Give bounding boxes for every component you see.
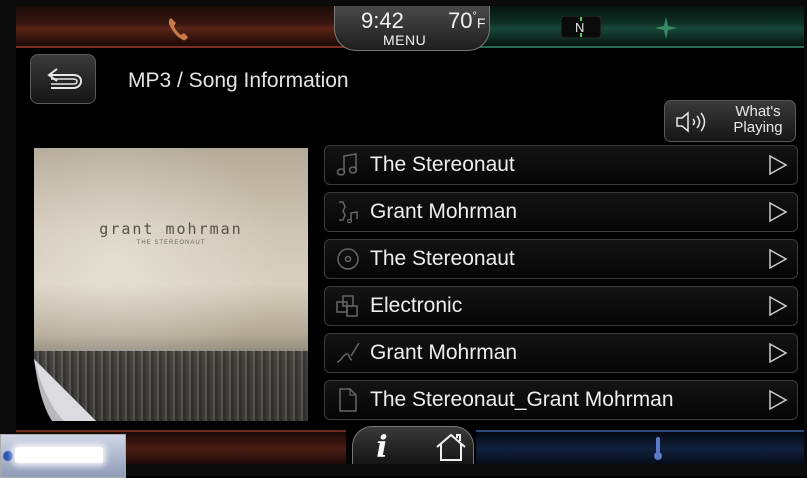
artist-name: Grant Mohrman [370,200,518,223]
menu-button[interactable]: MENU [383,32,426,48]
chevron-right-icon [769,295,788,317]
top-status-bar: 9:42 70°F MENU N [16,6,804,51]
navigation-segment[interactable] [476,6,804,48]
compass-heading: N [575,20,585,35]
chevron-right-icon [769,248,788,270]
album-art-artist-text: grant mohrman [99,220,243,238]
music-note-icon [336,153,358,176]
whats-playing-line2: Playing [733,119,783,136]
climate-segment[interactable] [476,430,804,464]
badge-glow [15,447,103,463]
home-icon[interactable] [434,432,468,462]
album-art: grant mohrman THE STEREONAUT [34,148,308,421]
genre-icon [336,295,358,317]
temperature-value: 70 [448,8,473,33]
outside-temperature: 70°F [448,8,485,34]
file-name: The Stereonaut_Grant Mohrman [370,388,674,411]
song-title: The Stereonaut [370,153,515,176]
back-button[interactable] [30,54,96,104]
chevron-right-icon [769,389,788,411]
overlay-badge [0,434,126,478]
navigation-star-icon [655,17,677,39]
list-item-file[interactable]: The Stereonaut_Grant Mohrman [324,380,798,420]
list-item-genre[interactable]: Electronic [324,286,798,326]
clock: 9:42 [361,8,404,33]
whats-playing-button[interactable]: What's Playing [664,100,796,142]
list-item-album[interactable]: The Stereonaut [324,239,798,279]
genre-name: Electronic [370,294,463,317]
file-icon [339,388,357,412]
whats-playing-label: What's Playing [725,104,791,136]
album-disc-icon [337,248,359,270]
info-button[interactable]: i [367,430,397,464]
badge-knob [3,451,13,461]
list-item-composer[interactable]: Grant Mohrman [324,333,798,373]
artist-icon [339,201,358,224]
album-name: The Stereonaut [370,247,515,270]
thermometer-icon [654,437,662,460]
chevron-right-icon [769,201,788,223]
whats-playing-line1: What's [735,103,781,120]
speaker-icon [676,111,706,133]
list-item-artist[interactable]: Grant Mohrman [324,192,798,232]
chevron-right-icon [769,342,788,364]
phone-icon [168,18,188,41]
page-title: MP3 / Song Information [128,69,349,92]
sync-screen: 9:42 70°F MENU N MP3 / Song Information [16,6,804,464]
album-art-title-text: THE STEREONAUT [136,240,206,246]
back-arrow-icon [47,68,83,89]
chevron-right-icon [769,154,788,176]
temperature-unit: F [476,15,486,31]
composer-icon [336,342,360,363]
composer-name: Grant Mohrman [370,341,518,364]
page-curl-fold [34,359,96,421]
list-item-song[interactable]: The Stereonaut [324,145,798,185]
